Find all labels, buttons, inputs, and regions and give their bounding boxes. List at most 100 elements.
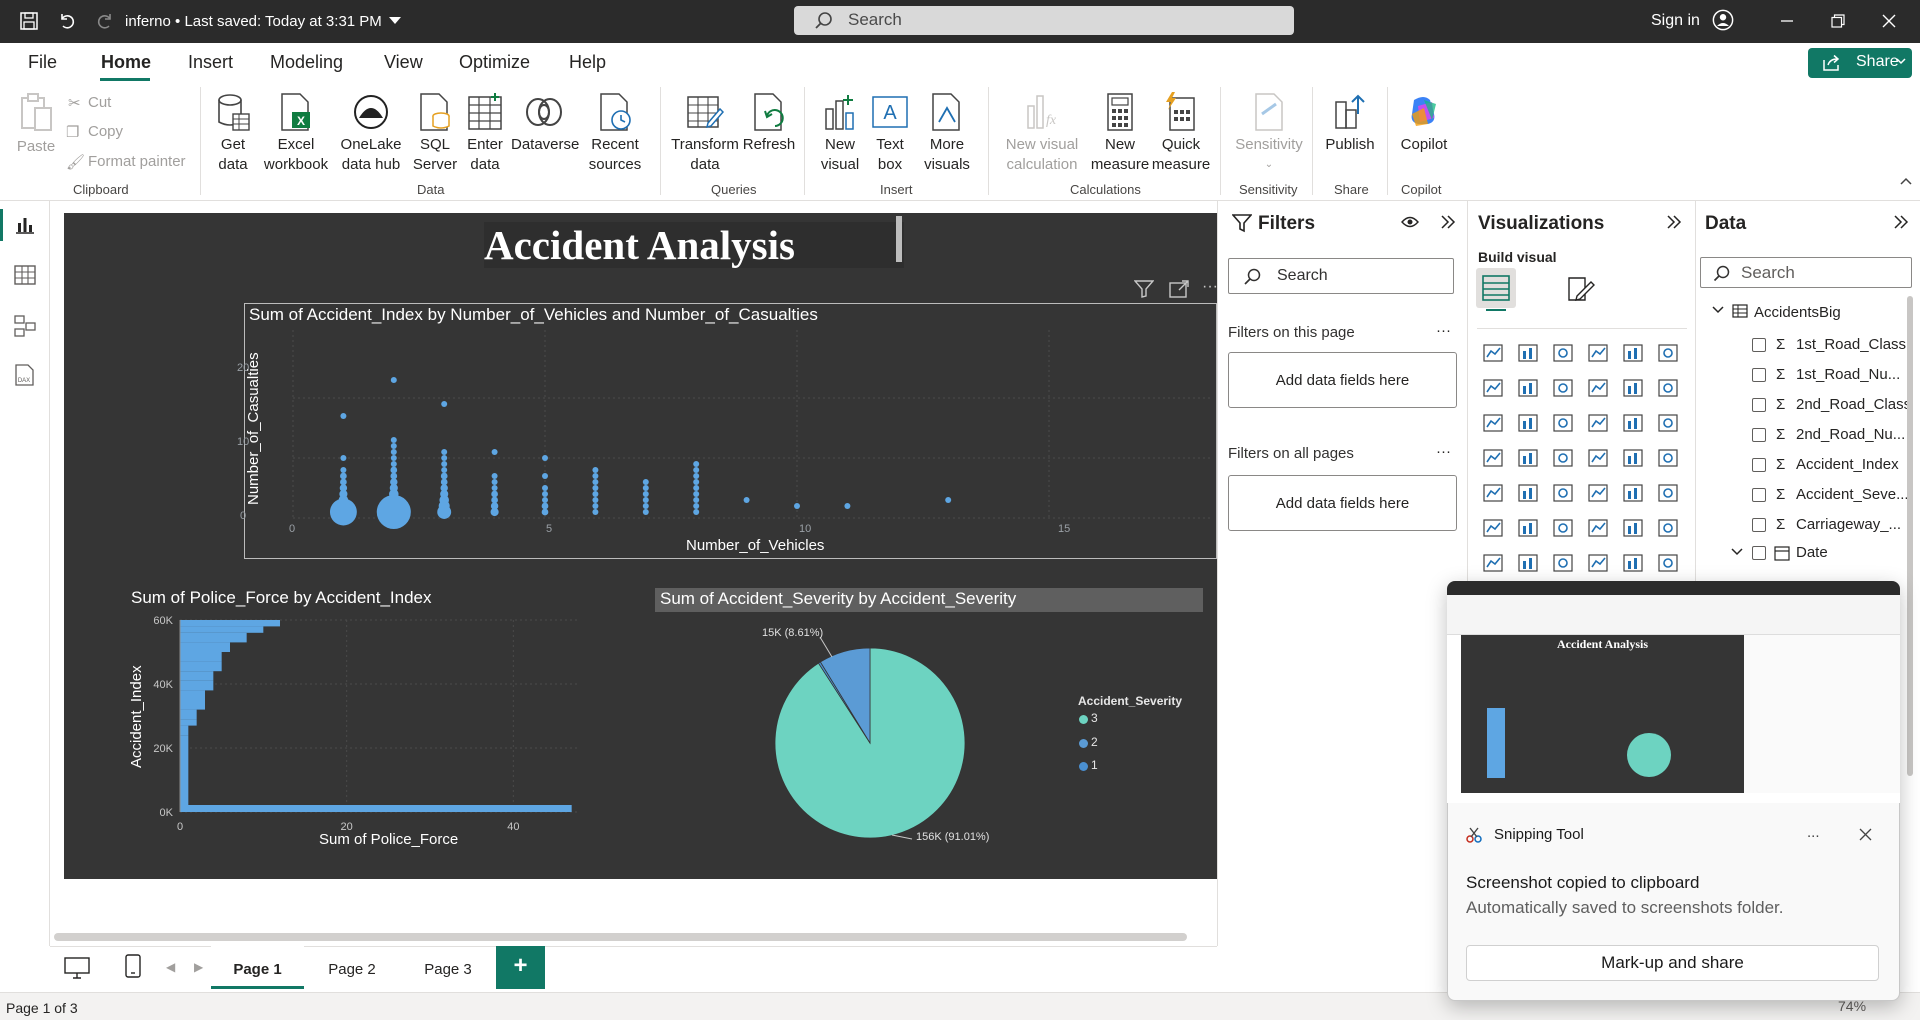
stacked-column-chart-icon[interactable] — [1516, 341, 1540, 365]
title-dropdown-icon[interactable] — [384, 10, 406, 32]
stacked-bar-chart-icon[interactable] — [1481, 341, 1505, 365]
gauge-icon[interactable] — [1621, 446, 1645, 470]
more-icon[interactable] — [1656, 551, 1680, 575]
scatter-point[interactable] — [490, 502, 499, 510]
more-options-icon[interactable]: ··· — [1436, 443, 1451, 460]
scatter-point[interactable] — [541, 502, 549, 510]
scatter-point[interactable] — [441, 461, 448, 467]
scatter-point[interactable] — [441, 401, 448, 407]
scatter-point[interactable] — [440, 484, 448, 492]
clustered-column-chart-icon[interactable] — [1586, 341, 1610, 365]
scatter-point[interactable] — [592, 473, 599, 479]
field-checkbox[interactable] — [1752, 488, 1766, 502]
share-button[interactable]: Share — [1808, 48, 1912, 78]
scatter-point[interactable] — [390, 466, 398, 474]
focus-mode-icon[interactable] — [1169, 280, 1189, 298]
scatter-point[interactable] — [693, 485, 700, 491]
bar[interactable] — [180, 620, 280, 627]
minimize-icon[interactable] — [1776, 10, 1798, 32]
canvas-scrollbar[interactable] — [54, 933, 1187, 941]
page-tab-2[interactable]: Page 2 — [304, 946, 400, 989]
bar[interactable] — [180, 780, 189, 796]
waterfall-chart-icon[interactable] — [1516, 411, 1540, 435]
refresh-button[interactable]: Refresh — [742, 89, 796, 155]
page-filter-drop-zone[interactable]: Add data fields here — [1228, 352, 1457, 408]
scatter-point[interactable] — [592, 479, 599, 485]
scatter-point[interactable] — [340, 413, 347, 419]
bar[interactable] — [180, 626, 264, 633]
more-options-icon[interactable]: ··· — [1202, 278, 1218, 296]
excel-workbook-button[interactable]: X Excel workbook — [262, 89, 330, 175]
scatter-point[interactable] — [592, 497, 599, 503]
scatter-point[interactable] — [440, 472, 448, 480]
new-visual-button[interactable]: New visual — [814, 89, 866, 175]
more-options-icon[interactable]: ... — [1807, 824, 1820, 841]
data-scrollbar[interactable] — [1907, 296, 1913, 776]
chevron-down-icon[interactable] — [1731, 548, 1743, 556]
menu-home[interactable]: Home — [101, 52, 151, 73]
field-checkbox[interactable] — [1752, 398, 1766, 412]
100-stacked-bar-chart-icon[interactable] — [1621, 341, 1645, 365]
scatter-point[interactable] — [542, 497, 548, 503]
dax-query-view-icon[interactable]: DAX — [12, 363, 36, 387]
field-checkbox[interactable] — [1752, 458, 1766, 472]
scatter-point[interactable] — [693, 467, 700, 473]
bar[interactable] — [180, 735, 189, 748]
sensitivity-button[interactable]: Sensitivity ⌄ — [1228, 89, 1310, 175]
pie-chart[interactable] — [740, 625, 1010, 860]
menu-help[interactable]: Help — [569, 52, 606, 73]
scatter-point[interactable] — [592, 491, 599, 497]
desktop-layout-icon[interactable] — [64, 957, 90, 979]
restore-icon[interactable] — [1827, 10, 1849, 32]
scatter-point[interactable] — [390, 449, 397, 455]
bar[interactable] — [180, 709, 197, 720]
page-tab-3[interactable]: Page 3 — [400, 946, 496, 989]
scatter-point[interactable] — [390, 377, 397, 383]
scatter-point[interactable] — [844, 503, 851, 509]
pie-chart-icon[interactable] — [1621, 411, 1645, 435]
undo-icon[interactable] — [56, 10, 78, 32]
report-view-icon[interactable] — [14, 215, 36, 235]
azure-map-icon[interactable] — [1586, 446, 1610, 470]
add-page-button[interactable]: + — [496, 946, 545, 989]
scatter-point[interactable] — [542, 455, 548, 461]
donut-chart-icon[interactable] — [1656, 411, 1680, 435]
field-name[interactable]: 2nd_Road_Class — [1796, 396, 1911, 413]
field-name[interactable]: 1st_Road_Class — [1796, 336, 1906, 353]
field-checkbox[interactable] — [1752, 338, 1766, 352]
scatter-point[interactable] — [390, 455, 397, 461]
line-and-stacked-column-icon[interactable] — [1621, 376, 1645, 400]
scatter-point[interactable] — [441, 449, 448, 455]
slicer-new-icon[interactable] — [1551, 551, 1575, 575]
recent-sources-button[interactable]: Recent sources — [580, 89, 650, 175]
bar[interactable] — [180, 725, 189, 736]
new-visual-calculation-button[interactable]: fx New visual calculation — [996, 89, 1088, 175]
scatter-point[interactable] — [642, 503, 649, 509]
collapse-visualizations-icon[interactable] — [1666, 214, 1682, 230]
scatter-point[interactable] — [542, 473, 548, 479]
report-title[interactable]: Accident Analysis — [484, 222, 904, 268]
card-icon[interactable] — [1656, 446, 1680, 470]
scatter-point[interactable] — [441, 467, 448, 473]
ribbon-chart-icon[interactable] — [1481, 411, 1505, 435]
scatter-point[interactable] — [693, 479, 700, 485]
account-icon[interactable] — [1712, 9, 1734, 31]
table-name[interactable]: AccidentsBig — [1754, 304, 1841, 321]
field-name[interactable]: Accident_Index — [1796, 456, 1899, 473]
scatter-point[interactable] — [642, 491, 649, 497]
scatter-point[interactable] — [794, 503, 800, 509]
mark-up-and-share-button[interactable]: Mark-up and share — [1466, 945, 1879, 981]
bar[interactable] — [180, 632, 247, 643]
next-page-icon[interactable]: ▶ — [194, 960, 203, 974]
collapse-filters-icon[interactable] — [1440, 214, 1456, 230]
qa-icon[interactable] — [1586, 516, 1610, 540]
scatter-point[interactable] — [693, 473, 700, 479]
scatter-point[interactable] — [642, 509, 649, 515]
scatter-point[interactable] — [441, 455, 448, 461]
scatter-point[interactable] — [542, 491, 548, 497]
card-new-icon[interactable] — [1516, 551, 1540, 575]
bar[interactable] — [180, 680, 214, 691]
scatter-point[interactable] — [592, 503, 599, 509]
scatter-point[interactable] — [491, 490, 498, 498]
scatter-point[interactable] — [340, 478, 347, 486]
